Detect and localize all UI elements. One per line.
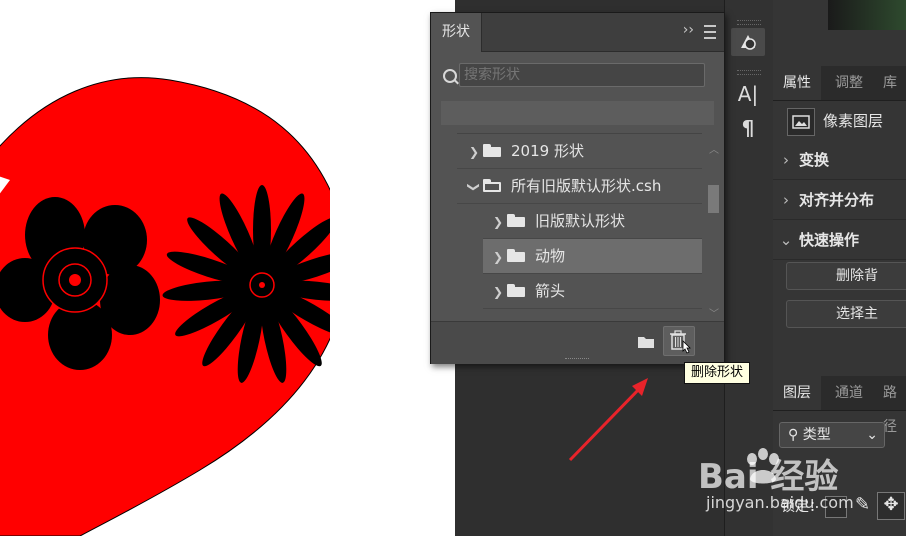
panel-menu-icon[interactable]: [704, 25, 716, 39]
folder-icon: [638, 337, 654, 348]
tree-item[interactable]: ❯ 旧版默认形状: [483, 204, 702, 239]
heart-artwork: [0, 77, 455, 536]
shapes-tree: ❯ 2019 形状 ❯ 所有旧版默认形状.csh ❯ 旧版默认形状 ❯ 动物 ❯ 箭头: [457, 133, 702, 322]
folder-open-icon: [483, 179, 501, 192]
remove-background-button[interactable]: 删除背: [786, 262, 906, 290]
folder-icon: [483, 144, 501, 157]
collapse-icon[interactable]: ››: [683, 22, 694, 38]
watermark-url: jingyan.baidu.com: [706, 493, 854, 512]
annotation-arrow-icon: [568, 378, 648, 462]
character-panel-icon[interactable]: A|: [731, 80, 765, 108]
search-input[interactable]: [459, 63, 705, 87]
tab-channels[interactable]: 通道: [825, 376, 873, 410]
folder-icon: [507, 249, 525, 262]
hand-cursor-icon: [682, 340, 691, 354]
scroll-thumb[interactable]: [708, 185, 719, 213]
folder-icon: [507, 284, 525, 297]
chevron-right-icon: ›: [783, 151, 789, 169]
shapes-panel-icon[interactable]: [731, 28, 765, 56]
pixel-layer-icon: [787, 108, 815, 136]
tab-shapes[interactable]: 形状: [431, 13, 482, 52]
tab-layers[interactable]: 图层: [773, 376, 821, 410]
tab-properties[interactable]: 属性: [773, 66, 821, 100]
chevron-right-icon: ❯: [492, 285, 504, 299]
document-canvas[interactable]: [0, 0, 455, 536]
section-quick-actions[interactable]: ⌄ 快速操作: [773, 221, 906, 260]
chevron-right-icon: ❯: [492, 250, 504, 264]
layers-tabs: 图层 通道 路径: [773, 376, 906, 435]
chevron-right-icon: ❯: [468, 145, 480, 159]
properties-tabs: 属性 调整 库: [773, 66, 906, 101]
tree-item[interactable]: ❯ 箭头: [483, 274, 702, 309]
new-group-button[interactable]: [635, 331, 657, 353]
chevron-down-icon: ⌄: [866, 427, 878, 443]
search-icon: ⚲: [788, 427, 799, 443]
tab-adjustments[interactable]: 调整: [825, 66, 873, 100]
resize-grip-icon[interactable]: [565, 358, 589, 362]
tab-libraries[interactable]: 库: [873, 66, 906, 100]
grip-icon[interactable]: [737, 20, 761, 25]
delete-shape-button[interactable]: [663, 326, 695, 356]
shapes-panel-header[interactable]: 形状 ››: [431, 13, 724, 52]
tree-item[interactable]: ❯ 所有旧版默认形状.csh: [457, 169, 702, 204]
tree-item-selected[interactable]: ❯ 动物: [483, 239, 702, 274]
section-align[interactable]: › 对齐并分布: [773, 181, 906, 220]
baidu-watermark: Bai 经验 jingyan.baidu.com: [692, 445, 906, 515]
search-icon: [443, 69, 457, 83]
trash-icon: [670, 330, 691, 354]
chevron-right-icon: ❯: [492, 215, 504, 229]
shapes-panel: 形状 ›› ❯2019 形状 ❯所有旧版默认形状.csh ❯旧版默认形状 ❯动物…: [430, 12, 725, 364]
section-transform[interactable]: › 变换: [773, 141, 906, 180]
scroll-up-icon[interactable]: ︿: [709, 141, 719, 156]
shape-preview-strip: [441, 101, 714, 125]
paw-logo-icon: [747, 448, 779, 484]
scroll-down-icon[interactable]: ﹀: [709, 305, 719, 320]
tree-scrollbar[interactable]: ︿ ﹀: [706, 135, 720, 321]
grip-icon[interactable]: [737, 70, 761, 75]
chevron-right-icon: ›: [783, 191, 789, 209]
chevron-down-icon: ⌄: [779, 231, 793, 249]
color-picker-area[interactable]: [828, 0, 906, 30]
tree-item[interactable]: ❯ 2019 形状: [457, 134, 702, 169]
folder-icon: [507, 214, 525, 227]
layer-type-label: 像素图层: [823, 112, 884, 130]
select-subject-button[interactable]: 选择主: [786, 300, 906, 328]
paragraph-panel-icon[interactable]: ¶: [731, 114, 765, 142]
shapes-panel-footer: [431, 321, 724, 364]
tab-paths[interactable]: 路径: [873, 376, 906, 435]
tooltip: 删除形状: [684, 362, 751, 384]
